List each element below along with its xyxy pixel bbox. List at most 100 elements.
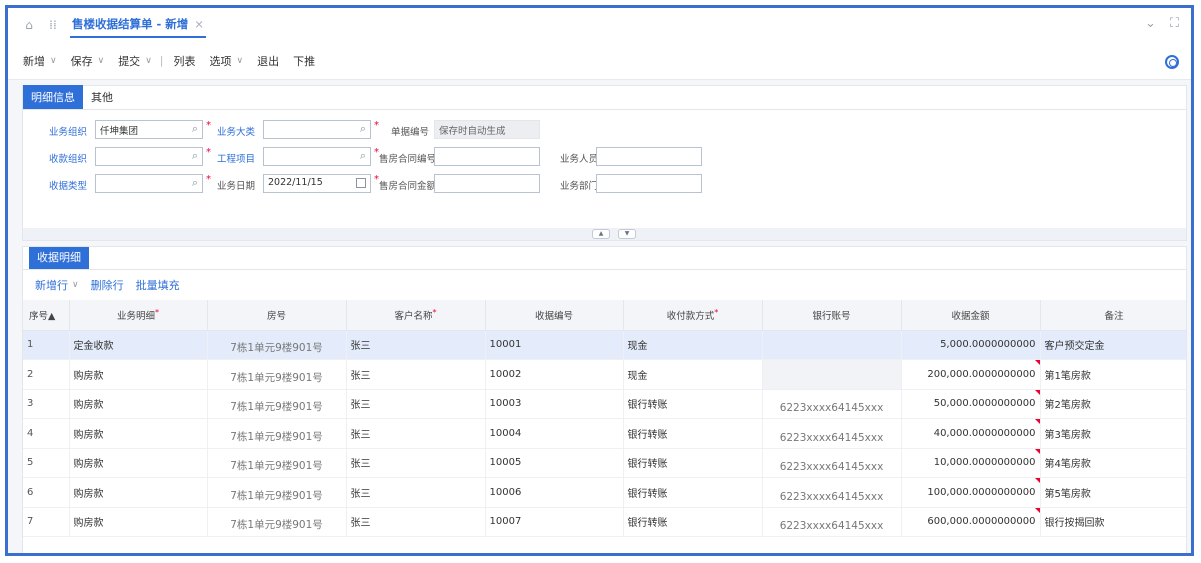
cell-remark[interactable]: 第2笔房款 <box>1040 389 1186 419</box>
push-down-button[interactable]: 下推 <box>293 53 315 69</box>
cell-receipt-no[interactable]: 10007 <box>485 507 624 537</box>
collapse-up-icon[interactable]: ▲ <box>592 229 610 239</box>
tab-other[interactable]: 其他 <box>83 85 121 109</box>
cell-business-detail[interactable]: 购房款 <box>69 507 208 537</box>
home-icon[interactable]: ⌂ <box>22 18 36 32</box>
new-button[interactable]: 新增 ∨ <box>23 53 57 69</box>
cell-room[interactable]: 7栋1单元9楼901号 <box>207 389 347 419</box>
cell-business-detail[interactable]: 购房款 <box>69 418 208 449</box>
exit-button[interactable]: 退出 <box>257 53 279 69</box>
search-icon[interactable]: ⌕ <box>360 122 366 136</box>
business-date-field[interactable]: 2022/11/15 <box>263 174 371 193</box>
cell-receipt-no[interactable]: 10001 <box>485 330 624 360</box>
table-row[interactable]: 7 购房款 7栋1单元9楼901号 张三 10007 银行转账 6223xxxx64145x… <box>23 507 1186 537</box>
options-button[interactable]: 选项 ∨ <box>210 53 244 69</box>
cell-business-detail[interactable]: 购房款 <box>69 448 208 478</box>
cell-remark[interactable]: 银行按揭回款 <box>1040 507 1186 537</box>
cell-customer[interactable]: 张三 <box>346 477 486 508</box>
cell-index[interactable]: 6 <box>23 477 70 508</box>
contract-amount-field[interactable] <box>434 174 540 193</box>
cell-bank-account[interactable]: 6223xxxx64145xxx <box>762 477 902 508</box>
tab-document[interactable]: 售楼收据结算单 - 新增 × <box>70 12 206 38</box>
save-button[interactable]: 保存 ∨ <box>71 53 105 69</box>
cell-index[interactable]: 1 <box>23 330 70 360</box>
cell-customer[interactable]: 张三 <box>346 359 486 390</box>
cell-bank-account[interactable] <box>762 330 902 360</box>
close-icon[interactable]: × <box>194 17 204 31</box>
cell-customer[interactable]: 张三 <box>346 389 486 419</box>
cell-customer[interactable]: 张三 <box>346 448 486 478</box>
cell-payment-method[interactable]: 银行转账 <box>623 448 763 478</box>
cell-payment-method[interactable]: 现金 <box>623 330 763 360</box>
cell-amount[interactable]: 40,000.0000000000 <box>901 418 1041 449</box>
cell-bank-account[interactable] <box>762 359 902 390</box>
table-row[interactable]: 3 购房款 7栋1单元9楼901号 张三 10003 银行转账 6223xxxx64145x… <box>23 389 1186 419</box>
cell-index[interactable]: 5 <box>23 448 70 478</box>
col-header-remark[interactable]: 备注 <box>1040 300 1186 331</box>
cell-index[interactable]: 3 <box>23 389 70 419</box>
cell-amount[interactable]: 600,000.0000000000 <box>901 507 1041 537</box>
cell-remark[interactable]: 第1笔房款 <box>1040 359 1186 390</box>
cell-remark[interactable]: 第3笔房款 <box>1040 418 1186 449</box>
cell-business-detail[interactable]: 购房款 <box>69 477 208 508</box>
table-row[interactable]: 5 购房款 7栋1单元9楼901号 张三 10005 银行转账 6223xxxx64145x… <box>23 448 1186 478</box>
cell-room[interactable]: 7栋1单元9楼901号 <box>207 477 347 508</box>
cell-room[interactable]: 7栋1单元9楼901号 <box>207 448 347 478</box>
cell-payment-method[interactable]: 银行转账 <box>623 389 763 419</box>
col-header-payment-method[interactable]: 收付款方式* <box>623 300 763 331</box>
cell-index[interactable]: 2 <box>23 359 70 390</box>
search-icon[interactable]: ⌕ <box>192 176 198 190</box>
calendar-icon[interactable] <box>356 178 366 188</box>
cell-payment-method[interactable]: 现金 <box>623 359 763 390</box>
business-org-field[interactable]: 仟坤集团 ⌕ <box>95 120 203 139</box>
cell-amount[interactable]: 10,000.0000000000 <box>901 448 1041 478</box>
salesperson-field[interactable] <box>596 147 702 166</box>
business-category-field[interactable]: ⌕ <box>263 120 371 139</box>
table-row[interactable]: 6 购房款 7栋1单元9楼901号 张三 10006 银行转账 6223xxxx64145x… <box>23 477 1186 508</box>
col-header-receipt-no[interactable]: 收据编号 <box>485 300 624 331</box>
cell-payment-method[interactable]: 银行转账 <box>623 477 763 508</box>
cell-receipt-no[interactable]: 10002 <box>485 359 624 390</box>
table-row[interactable]: 4 购房款 7栋1单元9楼901号 张三 10004 银行转账 6223xxxx64145x… <box>23 418 1186 449</box>
cell-customer[interactable]: 张三 <box>346 507 486 537</box>
fullscreen-icon[interactable]: ⛶ <box>1170 16 1179 31</box>
list-button[interactable]: 列表 <box>174 53 196 69</box>
cell-customer[interactable]: 张三 <box>346 418 486 449</box>
cell-room[interactable]: 7栋1单元9楼901号 <box>207 507 347 537</box>
cell-remark[interactable]: 第5笔房款 <box>1040 477 1186 508</box>
col-header-room[interactable]: 房号 <box>207 300 347 331</box>
cell-customer[interactable]: 张三 <box>346 330 486 360</box>
cell-room[interactable]: 7栋1单元9楼901号 <box>207 330 347 360</box>
submit-button[interactable]: 提交 ∨ <box>118 53 152 69</box>
cell-payment-method[interactable]: 银行转账 <box>623 507 763 537</box>
collect-org-field[interactable]: ⌕ <box>95 147 203 166</box>
cell-bank-account[interactable]: 6223xxxx64145xxx <box>762 389 902 419</box>
cell-receipt-no[interactable]: 10005 <box>485 448 624 478</box>
cell-amount[interactable]: 200,000.0000000000 <box>901 359 1041 390</box>
apps-icon[interactable]: ⁞⁞ <box>46 18 60 32</box>
col-header-index[interactable]: 序号▲ <box>23 300 70 331</box>
tab-detail-info[interactable]: 明细信息 <box>23 85 83 109</box>
receipt-type-field[interactable]: ⌕ <box>95 174 203 193</box>
search-icon[interactable]: ⌕ <box>192 149 198 163</box>
tab-receipt-detail[interactable]: 收据明细 <box>29 247 89 269</box>
cell-amount[interactable]: 50,000.0000000000 <box>901 389 1041 419</box>
cell-room[interactable]: 7栋1单元9楼901号 <box>207 359 347 390</box>
contract-no-field[interactable] <box>434 147 540 166</box>
cell-business-detail[interactable]: 定金收款 <box>69 330 208 360</box>
department-field[interactable] <box>596 174 702 193</box>
bulk-fill-button[interactable]: 批量填充 <box>136 277 180 293</box>
cell-index[interactable]: 4 <box>23 418 70 449</box>
col-header-customer[interactable]: 客户名称* <box>346 300 486 331</box>
cell-remark[interactable]: 第4笔房款 <box>1040 448 1186 478</box>
table-row[interactable]: 1 定金收款 7栋1单元9楼901号 张三 10001 现金 5,000.000000000… <box>23 330 1186 360</box>
cell-index[interactable]: 7 <box>23 507 70 537</box>
cell-receipt-no[interactable]: 10006 <box>485 477 624 508</box>
search-icon[interactable]: ⌕ <box>192 122 198 136</box>
col-header-amount[interactable]: 收据金额 <box>901 300 1041 331</box>
col-header-bank-account[interactable]: 银行账号 <box>762 300 902 331</box>
delete-row-button[interactable]: 删除行 <box>91 277 124 293</box>
search-icon[interactable]: ⌕ <box>360 149 366 163</box>
cell-bank-account[interactable]: 6223xxxx64145xxx <box>762 448 902 478</box>
add-row-button[interactable]: 新增行 ∨ <box>35 277 79 293</box>
